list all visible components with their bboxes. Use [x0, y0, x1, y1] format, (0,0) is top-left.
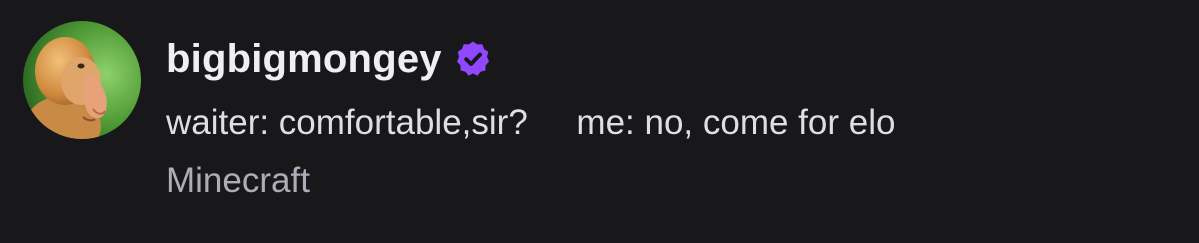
avatar[interactable] [23, 21, 141, 139]
message-text: waiter: comfortable,sir? me: no, come fo… [166, 103, 896, 142]
username[interactable]: bigbigmongey [166, 34, 442, 84]
category-link[interactable]: Minecraft [166, 158, 310, 204]
verified-badge-icon [454, 40, 492, 78]
post-header: bigbigmongey [166, 34, 492, 84]
proboscis-monkey-icon [23, 21, 141, 139]
chat-post: bigbigmongey waiter: comfortable,sir? me… [0, 0, 1199, 243]
